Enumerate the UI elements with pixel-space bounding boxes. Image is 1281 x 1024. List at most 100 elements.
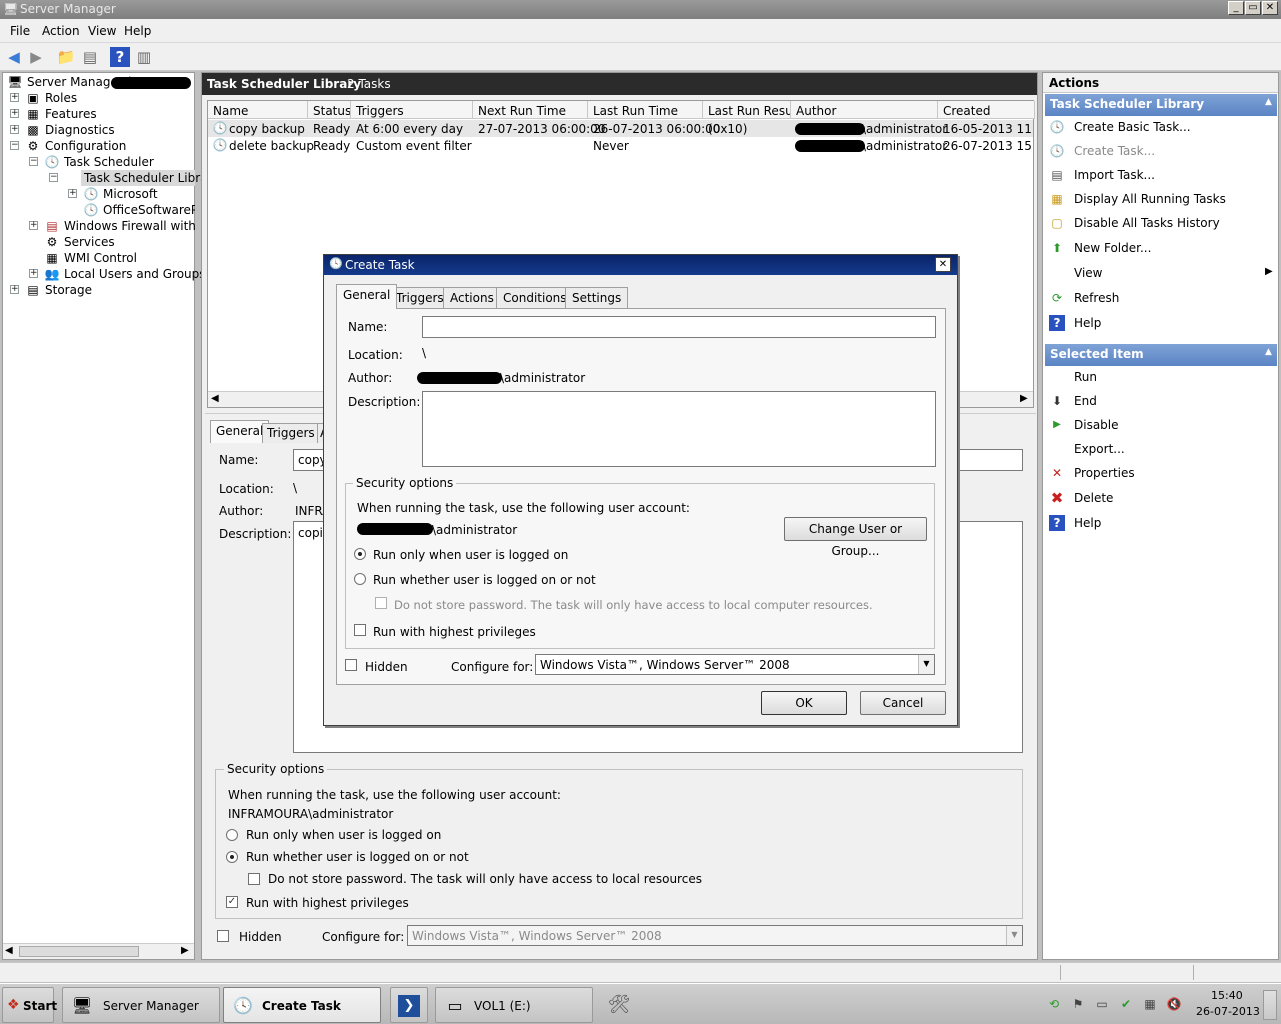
show-desktop-button[interactable] — [1263, 990, 1277, 1020]
firewall-icon: ▤ — [46, 219, 58, 233]
expand-icon[interactable]: + — [10, 109, 19, 118]
show-hide-tree-icon[interactable]: ▤ — [80, 47, 100, 67]
computers-icon[interactable]: ▦ — [1142, 996, 1158, 1012]
configure-for-select[interactable]: Windows Vista™, Windows Server™ 2008 ▼ — [535, 654, 935, 675]
folder-clock-icon: 🕓 — [83, 203, 99, 217]
expand-icon[interactable]: + — [29, 221, 38, 230]
tools-icon[interactable]: 🛠 — [602, 990, 636, 1020]
actions-section-library[interactable]: Task Scheduler Library ▲ — [1045, 94, 1277, 116]
column-header-created[interactable]: Created — [938, 101, 1035, 119]
up-folder-icon[interactable]: 📁 — [56, 47, 76, 67]
tab-general[interactable]: General — [336, 284, 398, 309]
hidden-checkbox[interactable] — [345, 659, 357, 671]
show-hide-action-pane-icon[interactable]: ▥ — [134, 47, 154, 67]
general-tab-panel: Name: Location: \ Author: \administrator… — [336, 308, 946, 685]
column-header-next-run[interactable]: Next Run Time — [473, 101, 588, 119]
menu-help[interactable]: Help — [124, 24, 151, 38]
collapse-up-icon[interactable]: ▲ — [1265, 347, 1272, 357]
powershell-icon: ❯ — [398, 995, 420, 1017]
clock-time[interactable]: 15:40 — [1211, 989, 1243, 1002]
actions-section-selected[interactable]: Selected Item ▲ — [1045, 344, 1277, 366]
column-header-last-result[interactable]: Last Run Result — [703, 101, 791, 119]
location-value: \ — [422, 346, 427, 360]
expand-icon[interactable]: + — [10, 125, 19, 134]
highest-privileges-checkbox[interactable] — [354, 624, 366, 636]
description-textarea[interactable] — [422, 391, 936, 467]
cancel-button[interactable]: Cancel — [860, 691, 946, 715]
start-button[interactable]: ❖ Start — [2, 987, 57, 1023]
column-header-triggers[interactable]: Triggers — [351, 101, 473, 119]
taskbar-vol1[interactable]: ▭ VOL1 (E:) — [435, 987, 593, 1023]
tree-horizontal-scrollbar[interactable]: ◀ ▶ — [3, 943, 194, 959]
taskbar-create-task[interactable]: 🕓 Create Task — [223, 987, 381, 1023]
tab-triggers[interactable]: Triggers — [389, 287, 451, 308]
table-row[interactable]: 🕓 copy backup Ready At 6:00 every day 27… — [208, 120, 1033, 137]
refresh-icon: ⟳ — [1051, 291, 1063, 305]
table-row[interactable]: 🕓 delete backup Ready Custom event filte… — [208, 137, 1033, 154]
menu-view[interactable]: View — [88, 24, 116, 38]
no-store-password-checkbox[interactable] — [375, 597, 387, 609]
detail-tab-triggers[interactable]: Triggers — [262, 423, 320, 443]
clock-date[interactable]: 26-07-2013 — [1196, 1005, 1260, 1018]
taskbar-server-manager[interactable]: 🖥 Server Manager — [62, 987, 220, 1023]
scroll-right-icon[interactable]: ▶ — [1020, 393, 1028, 404]
account-prompt: When running the task, use the following… — [357, 501, 690, 515]
radio-run-whether[interactable] — [354, 573, 366, 585]
close-button[interactable]: ✕ — [1262, 1, 1278, 15]
column-header-name[interactable]: Name — [208, 101, 308, 119]
task-name-input[interactable] — [422, 316, 936, 338]
scroll-left-icon[interactable]: ◀ — [211, 393, 219, 404]
tree-node-server-manager[interactable]: 🖥 Server Manager ( — [5, 74, 195, 90]
expand-icon[interactable]: + — [68, 189, 77, 198]
network-icon[interactable]: ⟲ — [1046, 996, 1062, 1012]
maximize-button[interactable]: ▭ — [1245, 1, 1261, 15]
volume-muted-icon[interactable]: 🔇 — [1166, 996, 1182, 1012]
collapse-icon[interactable]: − — [10, 141, 19, 150]
expand-icon[interactable]: + — [10, 285, 19, 294]
back-arrow-icon[interactable]: ◀ — [4, 47, 24, 67]
ok-button[interactable]: OK — [761, 691, 847, 715]
expand-icon[interactable]: + — [10, 93, 19, 102]
chevron-down-icon[interactable]: ▼ — [918, 655, 934, 674]
tree-node-office[interactable]: 🕓 OfficeSoftwareProt — [5, 202, 195, 218]
menu-file[interactable]: File — [10, 24, 30, 38]
detail-configure-select[interactable]: Windows Vista™, Windows Server™ 2008 ▼ — [407, 925, 1023, 946]
scroll-right-icon[interactable]: ▶ — [181, 945, 189, 956]
scroll-thumb[interactable] — [19, 946, 139, 957]
roles-icon: ▣ — [27, 91, 39, 105]
chevron-down-icon[interactable]: ▼ — [1006, 926, 1022, 945]
taskbar-powershell[interactable]: ❯ — [390, 987, 428, 1023]
dialog-close-button[interactable]: ✕ — [935, 257, 951, 272]
tab-actions[interactable]: Actions — [443, 287, 501, 308]
clock-icon: 🕓 — [329, 257, 343, 270]
column-header-status[interactable]: Status — [308, 101, 351, 119]
column-header-last-run[interactable]: Last Run Time — [588, 101, 703, 119]
collapse-icon[interactable]: − — [49, 173, 58, 182]
flag-icon[interactable]: ⚑ — [1070, 996, 1086, 1012]
help-icon[interactable]: ? — [110, 47, 130, 67]
change-user-button[interactable]: Change User or Group... — [784, 517, 927, 558]
minimize-button[interactable]: _ — [1228, 1, 1244, 15]
forward-arrow-icon[interactable]: ▶ — [26, 47, 46, 67]
detail-radio-whether[interactable] — [226, 851, 238, 863]
action-view[interactable]: View ▶ — [1049, 264, 1274, 284]
tab-conditions[interactable]: Conditions — [496, 287, 574, 308]
monitor-icon[interactable]: ▭ — [1094, 996, 1110, 1012]
radio-run-logged-on[interactable] — [354, 548, 366, 560]
column-header-author[interactable]: Author — [791, 101, 938, 119]
detail-no-store-checkbox[interactable] — [248, 873, 260, 885]
security-icon[interactable]: ✔ — [1118, 996, 1134, 1012]
tab-settings[interactable]: Settings — [565, 287, 629, 308]
menu-action[interactable]: Action — [42, 24, 80, 38]
detail-radio-logged-on[interactable] — [226, 829, 238, 841]
tree-node-firewall[interactable]: + ▤ Windows Firewall with Adva — [5, 218, 195, 234]
scroll-left-icon[interactable]: ◀ — [5, 945, 13, 956]
tree-node-task-scheduler-library[interactable]: − Task Scheduler Library — [5, 170, 220, 186]
collapse-up-icon[interactable]: ▲ — [1265, 97, 1272, 107]
detail-hidden-checkbox[interactable] — [217, 930, 229, 942]
expand-icon[interactable]: + — [29, 269, 38, 278]
users-icon: 👥 — [44, 267, 60, 281]
collapse-icon[interactable]: − — [29, 157, 38, 166]
detail-tab-general[interactable]: General — [210, 420, 270, 443]
detail-highest-checkbox[interactable]: ✓ — [226, 896, 238, 908]
